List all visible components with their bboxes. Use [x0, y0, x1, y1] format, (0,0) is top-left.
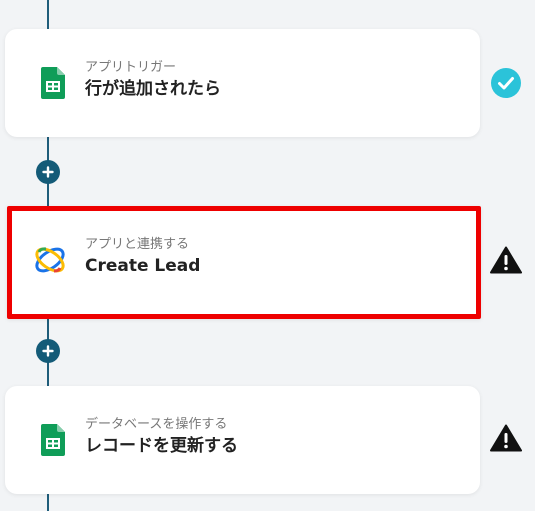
google-sheets-icon	[35, 422, 71, 458]
flow-connector-line	[47, 0, 49, 30]
step-type-label: アプリトリガー	[85, 60, 177, 75]
add-step-button[interactable]	[36, 339, 60, 363]
flow-step-card-create-lead[interactable]: アプリと連携する Create Lead	[7, 206, 481, 319]
warning-icon	[490, 244, 522, 276]
flow-connector-line	[47, 493, 49, 511]
crm-app-logo-icon	[32, 242, 68, 278]
plus-icon	[42, 166, 54, 178]
step-title: レコードを更新する	[85, 436, 238, 456]
flow-step-card-update-record[interactable]: データベースを操作する レコードを更新する	[5, 386, 480, 494]
add-step-button[interactable]	[36, 160, 60, 184]
step-title: 行が追加されたら	[85, 79, 221, 99]
flow-step-card-trigger[interactable]: アプリトリガー 行が追加されたら	[5, 29, 480, 137]
warning-icon	[490, 422, 522, 454]
step-type-label: データベースを操作する	[85, 417, 228, 432]
plus-icon	[42, 345, 54, 357]
success-check-icon	[490, 67, 522, 99]
step-type-label: アプリと連携する	[85, 237, 190, 252]
step-title: Create Lead	[85, 256, 201, 276]
google-sheets-icon	[35, 65, 71, 101]
